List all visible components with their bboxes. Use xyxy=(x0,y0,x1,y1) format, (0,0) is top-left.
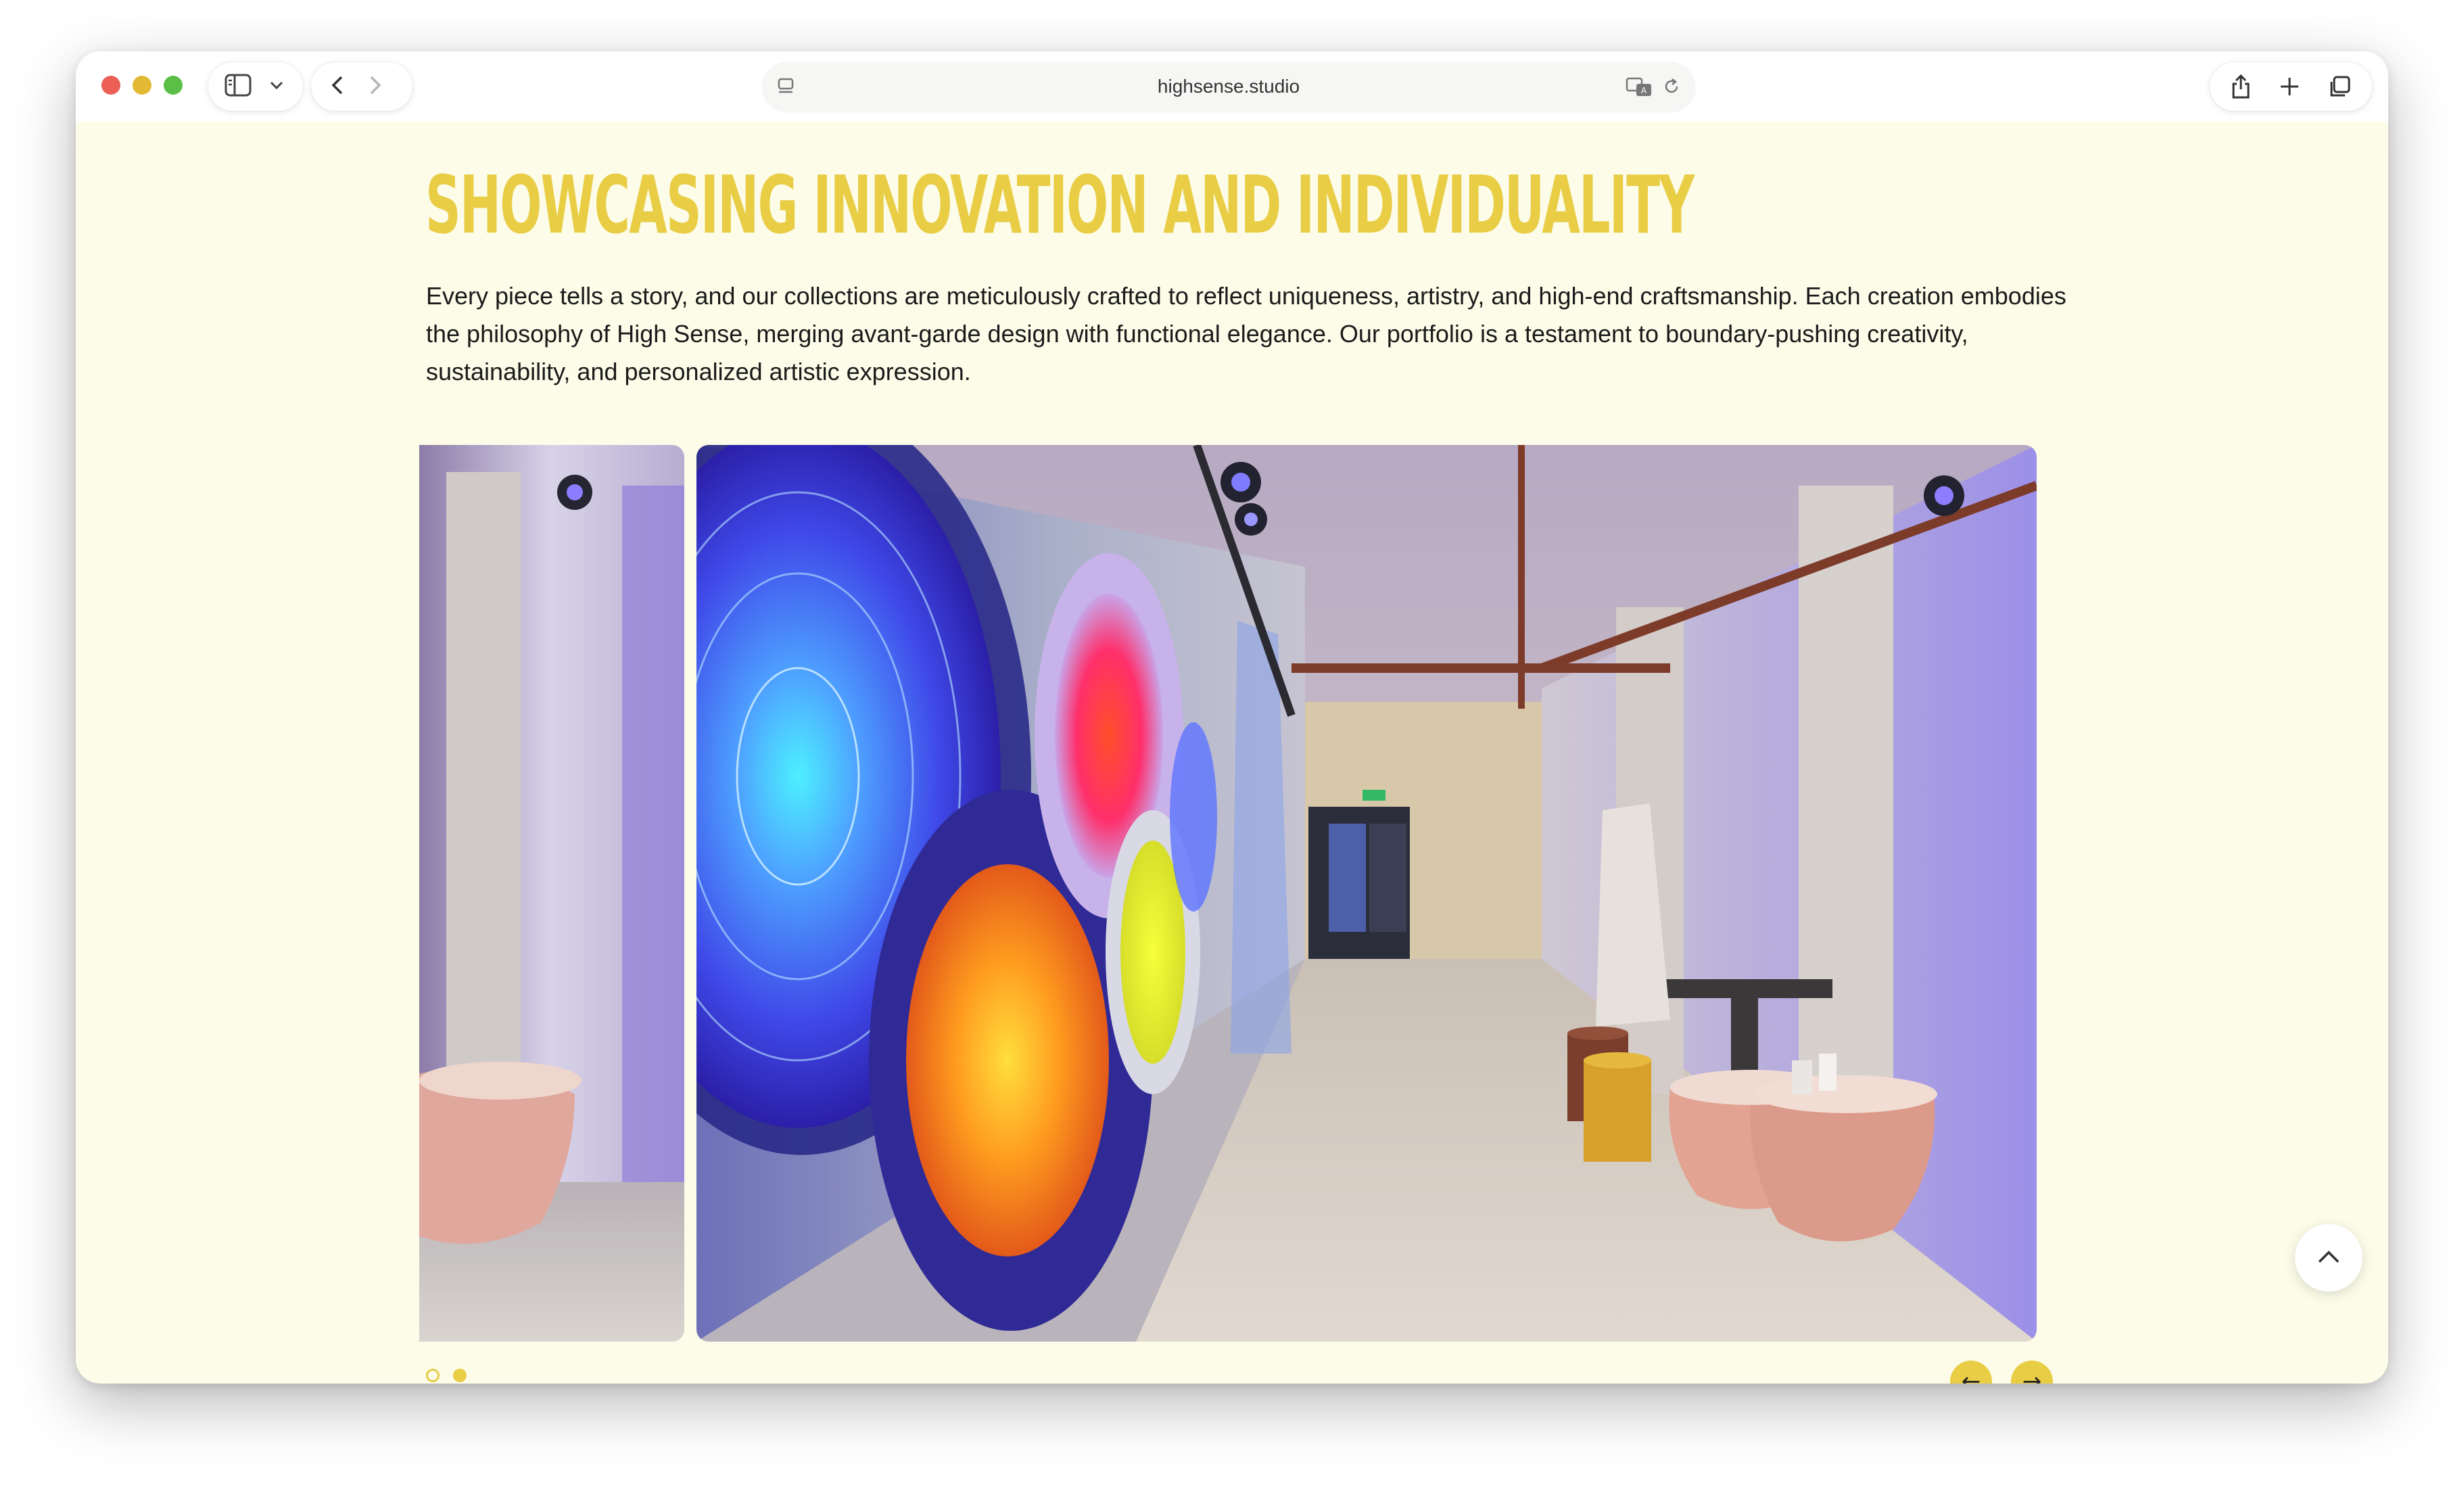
address-url: highsense.studio xyxy=(1157,76,1300,97)
translate-icon[interactable]: A xyxy=(1626,76,1653,101)
section-headline: SHOWCASING INNOVATION AND INDIVIDUALITY xyxy=(425,158,1695,252)
sidebar-toggle-group xyxy=(208,62,303,111)
minimize-window-button[interactable] xyxy=(133,76,151,95)
carousel-next-button[interactable]: → xyxy=(2011,1361,2053,1384)
carousel-slide-previous[interactable] xyxy=(419,445,684,1342)
carousel-dot-2[interactable] xyxy=(453,1369,467,1382)
zoom-window-button[interactable] xyxy=(164,76,183,95)
share-icon[interactable] xyxy=(2230,73,2252,103)
close-window-button[interactable] xyxy=(101,76,120,95)
reload-icon[interactable] xyxy=(1662,77,1681,99)
plus-icon[interactable] xyxy=(2279,76,2300,101)
carousel-slide-active[interactable] xyxy=(696,445,2037,1342)
browser-toolbar: highsense.studio A xyxy=(76,51,2388,122)
tabs-overview-icon[interactable] xyxy=(2327,75,2352,103)
address-bar[interactable]: highsense.studio A xyxy=(763,62,1695,111)
carousel-prev-button[interactable]: ← xyxy=(1950,1361,1992,1384)
chevron-right-icon[interactable] xyxy=(369,75,381,99)
section-intro: Every piece tells a story, and our colle… xyxy=(426,282,2066,385)
page-content: SHOWCASING INNOVATION AND INDIVIDUALITY … xyxy=(76,122,2388,1384)
history-nav-group xyxy=(311,62,412,111)
gallery-photo-exhibition xyxy=(696,445,2037,1342)
browser-window: highsense.studio A SHOWCASING INNOVATION… xyxy=(76,51,2388,1384)
chevron-left-icon[interactable] xyxy=(331,75,343,99)
window-actions-group xyxy=(2210,62,2372,111)
chevron-up-icon xyxy=(2318,1250,2340,1263)
carousel-dot-1[interactable] xyxy=(426,1369,440,1382)
scroll-to-top-button[interactable] xyxy=(2295,1224,2363,1292)
sidebar-icon[interactable] xyxy=(224,74,252,100)
chevron-down-icon[interactable] xyxy=(269,80,284,93)
gallery-photo-previous xyxy=(419,445,684,1342)
svg-text:A: A xyxy=(1641,86,1647,95)
